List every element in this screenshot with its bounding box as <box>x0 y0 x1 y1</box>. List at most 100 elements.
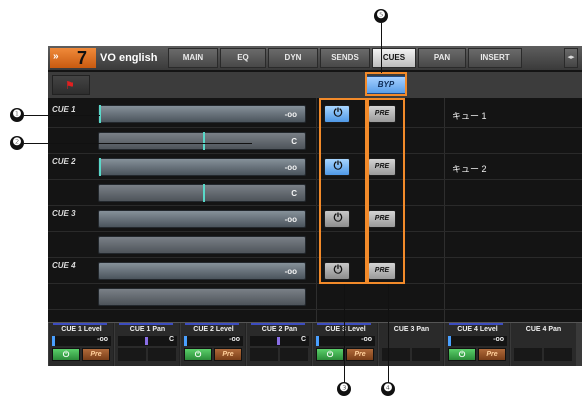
cell-value: -oo <box>493 336 504 343</box>
cell-meter: -oo <box>184 336 243 346</box>
channel-selector[interactable]: » 7 <box>50 48 96 68</box>
cell-value: -oo <box>229 336 240 343</box>
pre-button[interactable]: Pre <box>346 348 374 361</box>
strip-cell-cue4-pan[interactable]: CUE 4 Pan <box>511 323 576 366</box>
empty-slot <box>148 348 176 361</box>
cue2-level-fader[interactable]: -oo <box>98 158 306 176</box>
cue4-pan-fader[interactable] <box>98 288 306 306</box>
cue1-level-row: CUE 1 -oo ⏻ PRE キュー 1 <box>48 102 582 128</box>
cell-indicator <box>449 323 503 325</box>
cue3-level-value: -oo <box>284 215 297 224</box>
tab-dyn[interactable]: DYN <box>268 48 318 68</box>
level-bar <box>316 336 319 346</box>
cues-panel: » 7 VO english MAIN EQ DYN SENDS CUES PA… <box>48 46 582 366</box>
power-column-highlight <box>319 98 369 284</box>
callout-1-leader <box>24 115 100 116</box>
cue1-label: CUE 1 <box>52 105 76 114</box>
cue2-label: CUE 2 <box>52 157 76 166</box>
cell-title: CUE 4 Pan <box>525 326 562 333</box>
empty-slot <box>412 348 440 361</box>
pan-indicator <box>203 132 205 150</box>
cell-meter: -oo <box>316 336 375 346</box>
pre-button[interactable]: Pre <box>82 348 110 361</box>
cell-title: CUE 1 Pan <box>129 326 166 333</box>
cue4-label: CUE 4 <box>52 261 76 270</box>
cell-value: -oo <box>361 336 372 343</box>
cell-value: -oo <box>97 336 108 343</box>
tab-cues[interactable]: CUES <box>372 48 416 68</box>
tab-main[interactable]: MAIN <box>168 48 218 68</box>
callout-2: ❷ <box>10 136 24 150</box>
cell-indicator <box>185 323 239 325</box>
pan-indicator <box>203 184 205 202</box>
callout-2-leader <box>24 143 252 144</box>
strip-cell-cue1-pan[interactable]: CUE 1 Pan C <box>115 323 180 366</box>
empty-slot <box>514 348 542 361</box>
cue2-name: キュー 2 <box>452 164 487 174</box>
callout-1: ❶ <box>10 108 24 122</box>
bypass-highlight <box>365 72 407 96</box>
cue4-level-fader[interactable]: -oo <box>98 262 306 280</box>
channel-name: VO english <box>100 52 158 64</box>
channel-number: 7 <box>77 48 88 68</box>
flag-button[interactable]: ⚑ <box>52 75 90 95</box>
tab-sends[interactable]: SENDS <box>320 48 370 68</box>
pan-marker <box>277 337 280 345</box>
fast-forward-icon: » <box>53 51 59 62</box>
strip-cell-cue4-level[interactable]: CUE 4 Level -oo ⏻ Pre <box>445 323 510 366</box>
pre-button[interactable]: Pre <box>214 348 242 361</box>
toolbar-row: ⚑ BYP <box>48 72 582 98</box>
callout-3: ❸ <box>337 382 351 396</box>
cue4-level-value: -oo <box>284 267 297 276</box>
cell-title: CUE 3 Level <box>325 326 366 333</box>
cell-title: CUE 2 Level <box>193 326 234 333</box>
cue4-level-row: CUE 4 -oo ⏻ PRE <box>48 258 582 284</box>
power-icon[interactable]: ⏻ <box>316 348 344 361</box>
strip-cell-cue1-level[interactable]: CUE 1 Level -oo ⏻ Pre <box>49 323 114 366</box>
pre-button[interactable]: Pre <box>478 348 506 361</box>
cell-indicator <box>119 323 173 325</box>
power-icon[interactable]: ⏻ <box>184 348 212 361</box>
level-bar <box>448 336 451 346</box>
cue3-pan-fader[interactable] <box>98 236 306 254</box>
cue2-pan-value: C <box>291 189 297 198</box>
cell-value: C <box>168 336 174 343</box>
cue3-pan-row <box>48 232 582 258</box>
callout-5: ❺ <box>374 9 388 23</box>
tab-pan[interactable]: PAN <box>418 48 466 68</box>
empty-slot <box>280 348 308 361</box>
cell-indicator <box>53 323 107 325</box>
empty-slot <box>118 348 146 361</box>
cue3-level-fader[interactable]: -oo <box>98 210 306 228</box>
empty-slot <box>544 348 572 361</box>
cell-value: C <box>300 336 306 343</box>
tab-insert[interactable]: INSERT <box>468 48 522 68</box>
strip-cell-cue3-level[interactable]: CUE 3 Level -oo ⏻ Pre <box>313 323 378 366</box>
cell-meter: -oo <box>52 336 111 346</box>
strip-cell-cue2-pan[interactable]: CUE 2 Pan C <box>247 323 312 366</box>
scroll-tabs-icon[interactable]: ◂▸ <box>564 48 578 68</box>
cell-title: CUE 2 Pan <box>261 326 298 333</box>
cue2-level-row: CUE 2 -oo ⏻ PRE キュー 2 <box>48 154 582 180</box>
cell-meter: C <box>118 336 177 346</box>
cue2-level-value: -oo <box>284 163 297 172</box>
pan-marker <box>145 337 148 345</box>
cue1-level-value: -oo <box>284 110 297 119</box>
tab-eq[interactable]: EQ <box>220 48 266 68</box>
cue4-pan-row <box>48 284 582 310</box>
power-icon[interactable]: ⏻ <box>448 348 476 361</box>
cell-meter: -oo <box>448 336 507 346</box>
level-bar <box>184 336 187 346</box>
cue1-pan-row: C <box>48 128 582 154</box>
empty-slot <box>250 348 278 361</box>
cue2-pan-row: C <box>48 180 582 206</box>
cue1-level-fader[interactable]: -oo <box>98 105 306 123</box>
cue1-pan-value: C <box>291 137 297 146</box>
encoder-strip: CUE 1 Level -oo ⏻ Pre CUE 1 Pan C CUE 2 … <box>48 322 582 366</box>
callout-4-leader <box>388 284 389 384</box>
cue1-name: キュー 1 <box>452 111 487 121</box>
strip-cell-cue2-level[interactable]: CUE 2 Level -oo ⏻ Pre <box>181 323 246 366</box>
cue2-pan-fader[interactable]: C <box>98 184 306 202</box>
cue1-pan-fader[interactable]: C <box>98 132 306 150</box>
power-icon[interactable]: ⏻ <box>52 348 80 361</box>
